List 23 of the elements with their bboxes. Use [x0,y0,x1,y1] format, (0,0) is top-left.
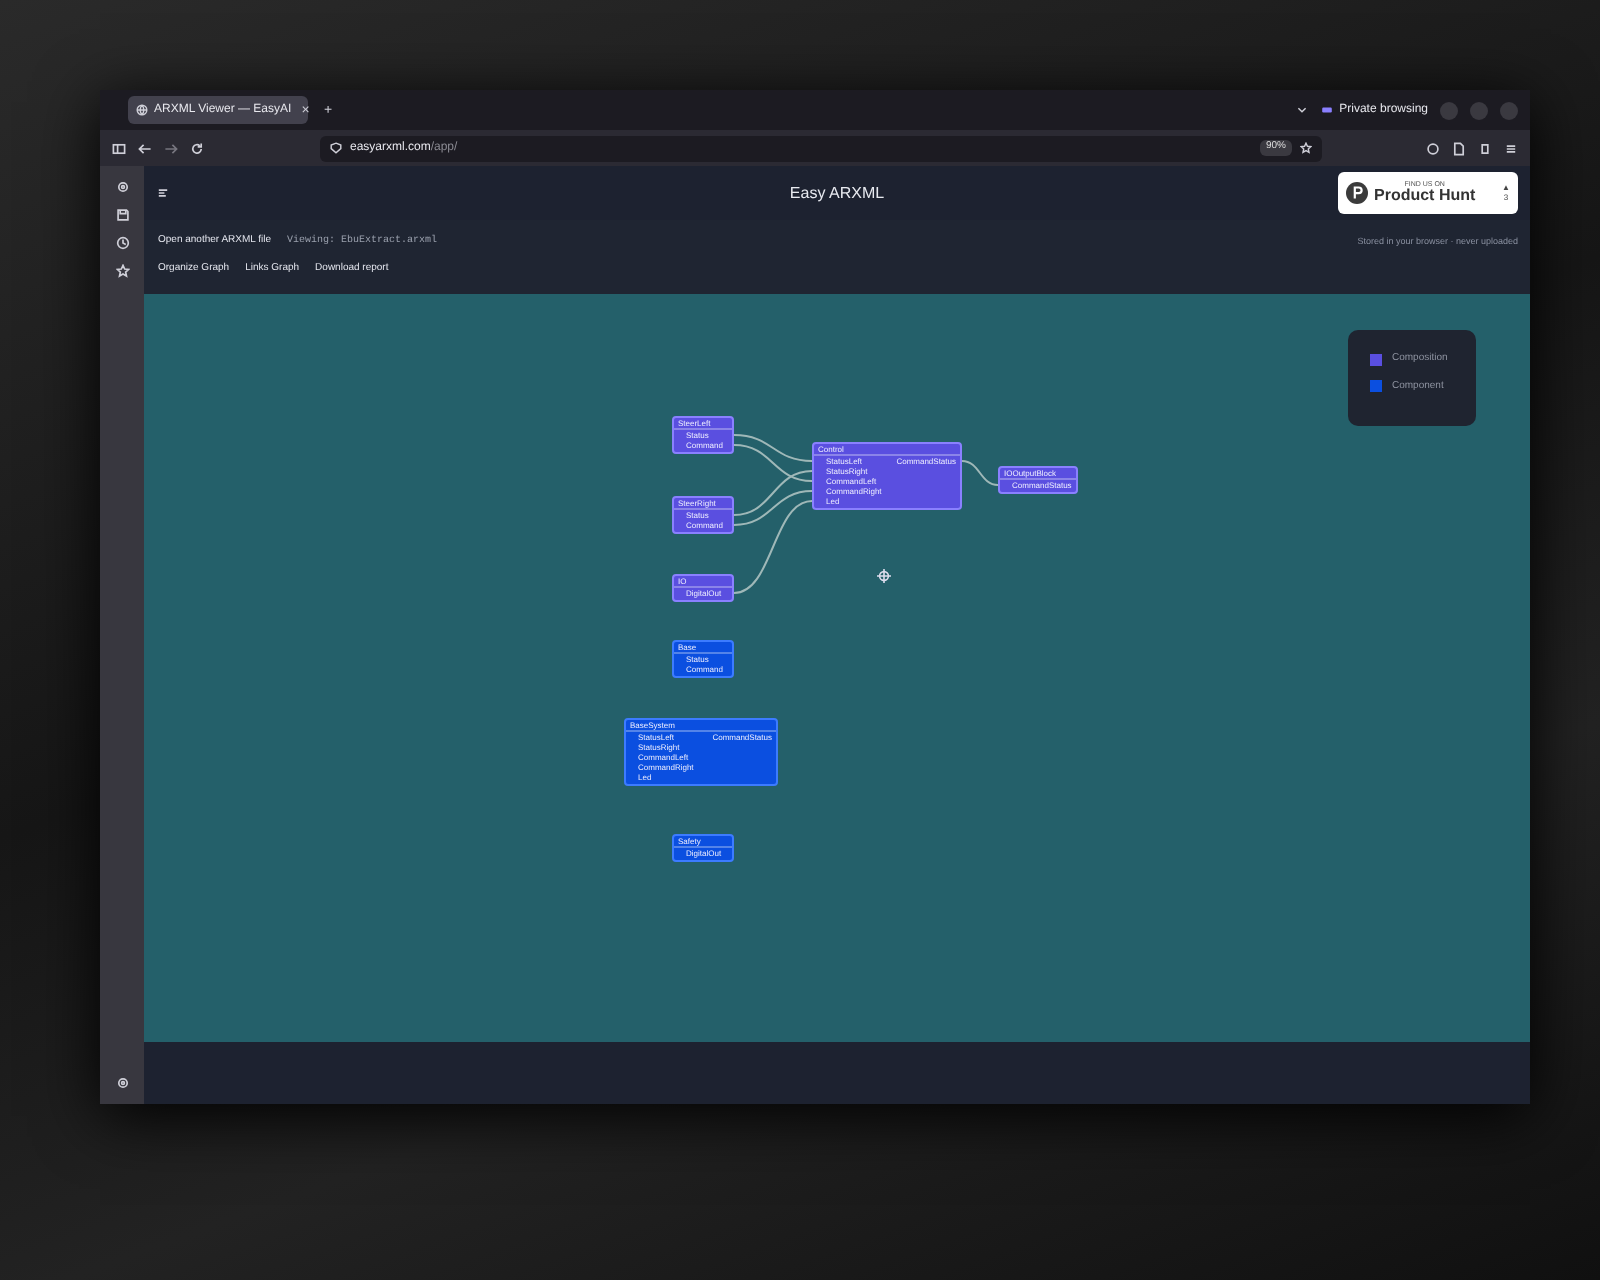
connector-line [961,460,999,486]
reload-icon[interactable] [190,141,204,155]
globe-icon [136,104,148,116]
sidebar-icon[interactable] [112,141,126,155]
app-title: Easy ARXML [789,181,885,205]
star-icon[interactable] [1300,142,1312,154]
settings-icon[interactable] [115,180,129,194]
clock-icon[interactable] [115,236,129,250]
connector-line [733,444,813,482]
connector-line [733,434,813,462]
crosshair-icon [876,568,892,584]
product-hunt-logo-icon [1346,182,1368,204]
menu-icon[interactable] [156,186,170,200]
settings-icon[interactable] [115,1076,129,1090]
document-icon[interactable] [1452,141,1466,155]
mask-icon [1319,104,1334,116]
save-icon[interactable] [115,208,129,222]
chevron-down-icon[interactable] [1295,104,1308,116]
star-icon[interactable] [115,264,129,278]
menu-icon[interactable] [1504,141,1518,155]
back-icon[interactable] [138,141,152,155]
shield-icon [330,142,342,154]
forward-icon[interactable] [164,141,178,155]
